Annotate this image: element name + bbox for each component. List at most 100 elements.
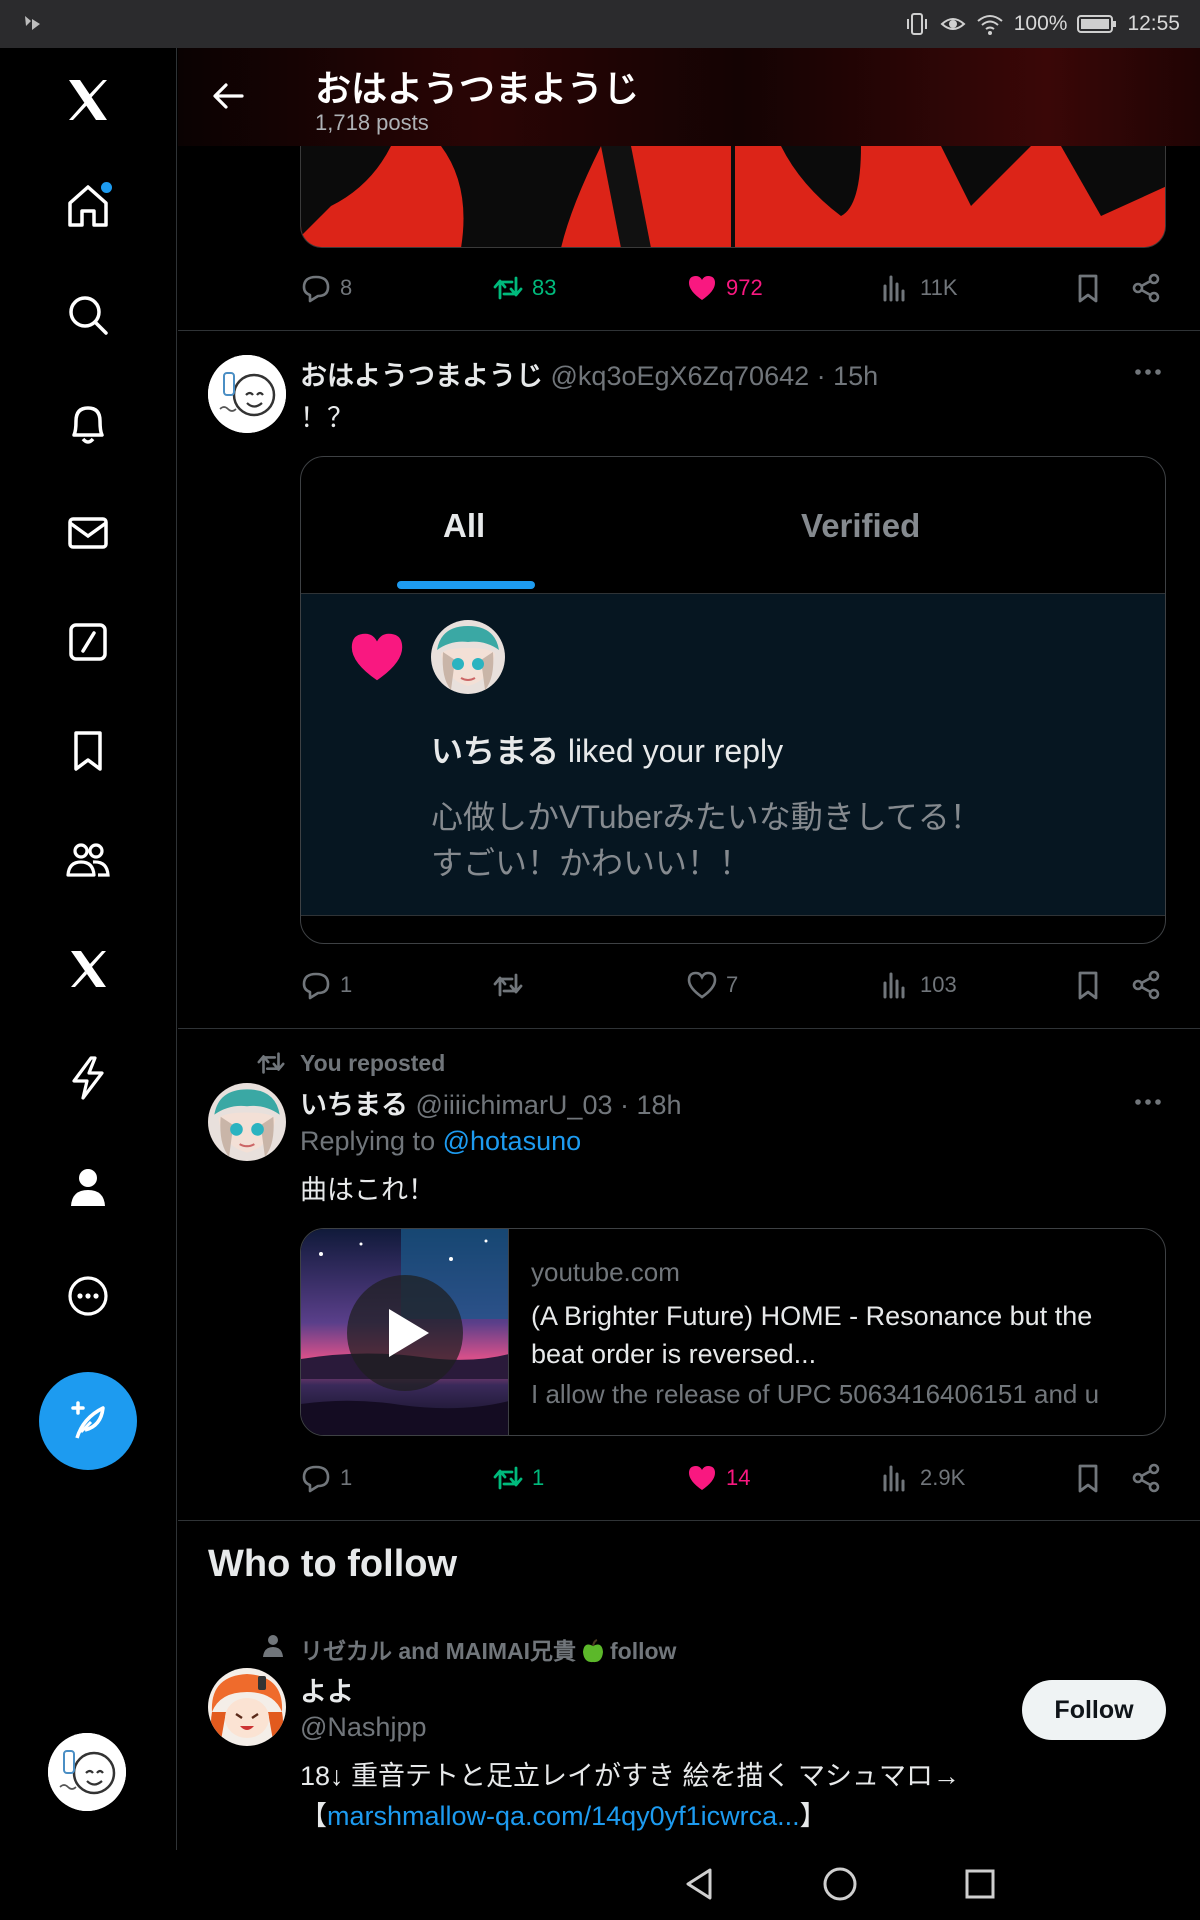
grok-icon[interactable]: [56, 610, 120, 674]
status-bar: 100% 12:55: [0, 0, 1200, 48]
repost-icon: [493, 276, 523, 300]
more-options-icon[interactable]: [1132, 356, 1164, 388]
card-domain: youtube.com: [531, 1257, 680, 1287]
author-handle-time[interactable]: @kq3oEgX6Zq70642 · 15h: [551, 361, 879, 391]
notification-quote: 心做しかVTuberみたいな動きしてる！ すごい！かわいい！！: [431, 799, 982, 881]
repost-button[interactable]: [492, 965, 524, 1005]
avatar[interactable]: [208, 355, 286, 433]
premium-icon[interactable]: [56, 937, 120, 1001]
clock: 12:55: [1127, 12, 1180, 35]
divider: [178, 330, 1200, 331]
back-nav-icon[interactable]: [680, 1864, 720, 1904]
card-description: I allow the release of UPC 5063416406151…: [531, 1379, 1100, 1409]
reply-button[interactable]: 1: [300, 965, 352, 1005]
like-button[interactable]: 14: [686, 1458, 750, 1498]
post3-actions: 1 1 14 2.9K: [300, 1458, 1170, 1498]
bookmark-icon[interactable]: [56, 719, 120, 783]
share-button[interactable]: [1130, 1458, 1162, 1498]
bookmark-button[interactable]: [1072, 1458, 1104, 1498]
suggested-user-bio: 18↓ 重音テトと足立レイがすき 絵を描く マシュマロ→ 【marshmallo…: [300, 1761, 961, 1831]
avatar[interactable]: [208, 1083, 286, 1161]
repost-icon: [493, 1466, 523, 1490]
reply-button[interactable]: 1: [300, 1458, 352, 1498]
reply-icon: [302, 972, 330, 1000]
notification-text: いちまる liked your reply: [431, 733, 784, 769]
heart-icon: [351, 633, 403, 681]
like-notification: いちまる liked your reply 心做しかVTuberみたいな動きして…: [301, 594, 1165, 916]
home-nav-icon[interactable]: [820, 1864, 860, 1904]
compose-icon: [71, 1401, 105, 1439]
eye-comfort-icon: [940, 18, 966, 30]
post-text: 曲はこれ！: [300, 1175, 435, 1205]
app-notification-icon: [25, 16, 40, 30]
avatar: [431, 620, 505, 694]
author-name[interactable]: いちまる: [300, 1090, 408, 1120]
wifi-icon: [977, 15, 1003, 35]
post2-actions: 1 7 103: [300, 965, 1170, 1005]
bookmark-icon: [1078, 274, 1098, 303]
profile-icon[interactable]: [56, 1155, 120, 1219]
bookmark-button[interactable]: [1072, 965, 1104, 1005]
lightning-icon[interactable]: [56, 1046, 120, 1110]
communities-icon[interactable]: [56, 828, 120, 892]
views-icon: [883, 275, 905, 302]
more-options-icon[interactable]: [1132, 1086, 1164, 1118]
replying-to: Replying to @hotasuno: [300, 1126, 582, 1156]
suggested-user-name: よよ: [300, 1677, 354, 1707]
profile-header: おはようつまようじ 1,718 posts: [178, 48, 1200, 146]
compose-button[interactable]: [39, 1372, 137, 1470]
more-icon[interactable]: [56, 1264, 120, 1328]
video-thumbnail[interactable]: [301, 1229, 509, 1435]
who-to-follow-title: Who to follow: [208, 1543, 458, 1585]
x-logo-icon[interactable]: [56, 68, 120, 132]
share-icon: [1132, 1463, 1160, 1493]
bio-link[interactable]: marshmallow-qa.com/14qy0yf1icwrca...: [327, 1801, 800, 1831]
account-avatar[interactable]: [48, 1733, 126, 1811]
share-button[interactable]: [1130, 268, 1162, 308]
reply-button[interactable]: 8: [300, 268, 352, 308]
reply-icon: [302, 1465, 330, 1493]
replying-to-link[interactable]: @hotasuno: [443, 1126, 582, 1156]
green-apple-icon: [583, 1639, 603, 1663]
vibrate-icon: [906, 13, 927, 35]
status-right: 100% 12:55: [904, 10, 1180, 38]
embed-tab-all: All: [443, 507, 486, 544]
author-name[interactable]: おはようつまようじ: [300, 361, 543, 391]
views-button[interactable]: 2.9K: [880, 1458, 965, 1498]
views-icon: [883, 972, 905, 999]
like-button[interactable]: 972: [686, 268, 763, 308]
views-button[interactable]: 103: [880, 965, 957, 1005]
views-button[interactable]: 11K: [880, 268, 958, 308]
like-button[interactable]: 7: [686, 965, 738, 1005]
bell-icon[interactable]: [56, 392, 120, 456]
post-embedded-image[interactable]: All Verified いちまる liked your reply 心做しかV…: [300, 456, 1166, 944]
link-card[interactable]: youtube.com (A Brighter Future) HOME - R…: [300, 1228, 1166, 1436]
home-icon[interactable]: [56, 174, 120, 238]
divider: [178, 1520, 1200, 1521]
battery-icon: [1077, 15, 1117, 33]
post-media-image[interactable]: [300, 146, 1166, 248]
bookmark-icon: [1078, 971, 1098, 1000]
bookmark-button[interactable]: [1072, 268, 1104, 308]
post2-author-row: おはようつまようじ @kq3oEgX6Zq70642 · 15h: [300, 354, 878, 393]
embed-tab-verified: Verified: [801, 507, 921, 544]
avatar[interactable]: [208, 1668, 286, 1746]
heart-icon: [689, 276, 715, 300]
repost-button[interactable]: 1: [492, 1458, 544, 1498]
search-icon[interactable]: [56, 283, 120, 347]
card-title: (A Brighter Future) HOME - Resonance but…: [531, 1301, 1093, 1369]
author-handle-time[interactable]: @iiiichimarU_03 · 18h: [416, 1090, 682, 1120]
home-notification-dot: [101, 182, 112, 193]
share-button[interactable]: [1130, 965, 1162, 1005]
follow-button[interactable]: Follow: [1022, 1680, 1166, 1740]
back-arrow-icon[interactable]: [208, 76, 248, 116]
recents-nav-icon[interactable]: [960, 1864, 1000, 1904]
bookmark-icon: [1078, 1464, 1098, 1493]
tab-underline: [397, 581, 535, 589]
heart-icon: [687, 971, 717, 999]
post1-actions: 8 83 972 11K: [300, 268, 1170, 308]
mail-icon[interactable]: [56, 501, 120, 565]
repost-button[interactable]: 83: [492, 268, 556, 308]
person-icon: [263, 1635, 283, 1657]
system-navigation-bar: [0, 1850, 1200, 1920]
